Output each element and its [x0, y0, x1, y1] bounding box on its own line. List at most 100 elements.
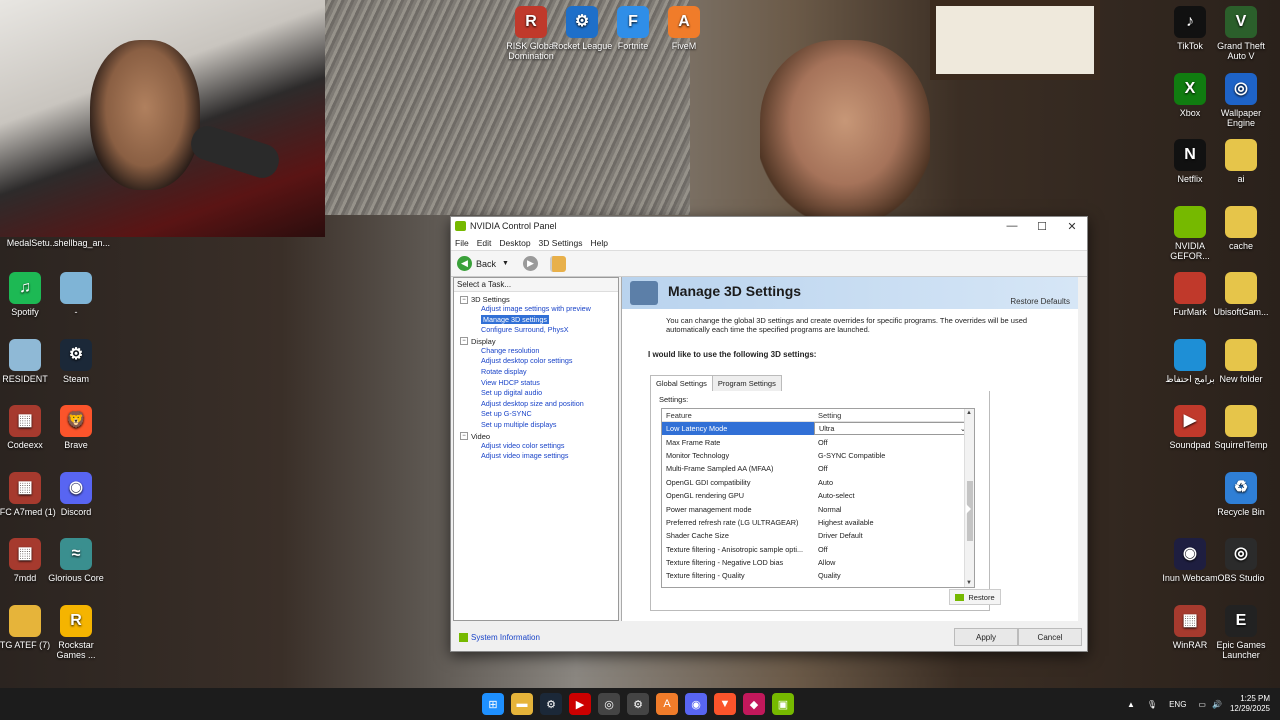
task-link-adjust-image-settings-with-preview[interactable]: Adjust image settings with preview — [460, 304, 618, 315]
desktop-icon-squirreltemp[interactable]: SquirrelTemp — [1209, 405, 1273, 450]
taskbar-file-explorer-icon[interactable]: ▬ — [511, 693, 533, 715]
task-link-set-up-multiple-displays[interactable]: Set up multiple displays — [460, 420, 618, 431]
task-link-rotate-display[interactable]: Rotate display — [460, 367, 618, 378]
home-icon[interactable] — [549, 255, 566, 272]
task-link-change-resolution[interactable]: Change resolution — [460, 346, 618, 357]
desktop-icon-shellbag-an[interactable]: shellbag_an... — [50, 238, 114, 248]
desktop-icon-wallpaper-engine[interactable]: ◎ Wallpaper Engine — [1209, 72, 1273, 128]
language-indicator[interactable]: ENG — [1169, 700, 1186, 709]
taskbar-nvidia-icon[interactable]: ▣ — [772, 693, 794, 715]
desktop-icon-label: OBS Studio — [1217, 573, 1265, 583]
setting-row-multi-frame-sampled-aa-mfaa[interactable]: Multi-Frame Sampled AA (MFAA) Off — [662, 462, 974, 475]
taskbar-app-pink-icon[interactable]: ◆ — [743, 693, 765, 715]
title-bar[interactable]: NVIDIA Control Panel — ☐ ✕ — [451, 217, 1087, 235]
desktop-icon-cache[interactable]: cache — [1209, 205, 1273, 251]
grid-rows: Low Latency Mode Ultra ⌄ Max Frame Rate Off M… — [662, 422, 974, 583]
setting-row-shader-cache-size[interactable]: Shader Cache Size Driver Default — [662, 529, 974, 542]
scroll-up-icon[interactable]: ▲ — [966, 410, 972, 416]
desktop-icon-new-folder[interactable]: New folder — [1209, 338, 1273, 384]
setting-row-monitor-technology[interactable]: Monitor Technology G-SYNC Compatible — [662, 449, 974, 462]
minimize-button[interactable]: — — [997, 220, 1027, 232]
menu-help[interactable]: Help — [591, 238, 608, 248]
task-link-set-up-digital-audio[interactable]: Set up digital audio — [460, 388, 618, 399]
desktop-icon-item[interactable]: - — [44, 272, 108, 317]
task-link-adjust-desktop-size-and-position[interactable]: Adjust desktop size and position — [460, 399, 618, 410]
desktop-icon-fivem[interactable]: A FiveM — [652, 6, 716, 51]
menu-file[interactable]: File — [455, 238, 469, 248]
task-link-manage-3d-settings[interactable]: Manage 3D settings — [460, 314, 618, 326]
taskbar-steam-icon[interactable]: ⚙ — [540, 693, 562, 715]
feature-cell: Monitor Technology — [666, 450, 730, 460]
desktop-icon-grand-theft-auto-v[interactable]: V Grand Theft Auto V — [1209, 6, 1273, 61]
taskbar-discord-icon[interactable]: ◉ — [685, 693, 707, 715]
item-icon — [1174, 338, 1206, 371]
rockstar-games-icon: R — [60, 604, 92, 637]
setting-row-low-latency-mode[interactable]: Low Latency Mode Ultra ⌄ — [662, 422, 974, 436]
fortnite-icon: F — [617, 6, 649, 38]
tree-category-video[interactable]: − Video — [460, 432, 618, 441]
setting-row-texture-filtering-anisotropic-sample-opti[interactable]: Texture filtering - Anisotropic sample o… — [662, 543, 974, 556]
task-link-adjust-video-image-settings[interactable]: Adjust video image settings — [460, 451, 618, 462]
desktop-icon-recycle-bin[interactable]: ♻ Recycle Bin — [1209, 471, 1273, 517]
desktop-icon-brave[interactable]: 🦁 Brave — [44, 405, 108, 450]
tree-category-3d-settings[interactable]: −3D Settings — [460, 295, 618, 304]
task-link-adjust-video-color-settings[interactable]: Adjust video color settings — [460, 441, 618, 452]
setting-row-opengl-rendering-gpu[interactable]: OpenGL rendering GPU Auto-select — [662, 489, 974, 502]
collapse-icon[interactable]: − — [460, 295, 468, 304]
back-dropdown-icon[interactable]: ▼ — [502, 260, 509, 267]
scroll-down-icon[interactable]: ▼ — [966, 580, 972, 586]
menu-edit[interactable]: Edit — [477, 238, 492, 248]
restore-button[interactable]: Restore — [949, 589, 1001, 605]
back-button[interactable]: ◀ Back ▼ — [457, 256, 509, 271]
volume-icon[interactable]: 🔊 — [1212, 700, 1222, 709]
microphone-icon[interactable]: 🎙 — [1147, 700, 1157, 709]
task-link-adjust-desktop-color-settings[interactable]: Adjust desktop color settings — [460, 356, 618, 367]
taskbar-settings-icon[interactable]: ⚙ — [627, 693, 649, 715]
setting-row-opengl-gdi-compatibility[interactable]: OpenGL GDI compatibility Auto — [662, 476, 974, 489]
setting-row-texture-filtering-quality[interactable]: Texture filtering - Quality Quality — [662, 569, 974, 582]
taskbar-start-button-icon[interactable]: ⊞ — [482, 693, 504, 715]
desktop-icon-glorious-core[interactable]: ≈ Glorious Core — [44, 538, 108, 583]
collapse-icon[interactable]: − — [460, 337, 468, 346]
desktop-icon-ubisoftgam[interactable]: UbisoftGam... — [1209, 272, 1273, 317]
setting-row-power-management-mode[interactable]: Power management mode Normal — [662, 502, 974, 515]
task-label: Adjust video image settings — [481, 451, 569, 461]
taskbar-fivem-icon[interactable]: A — [656, 693, 678, 715]
setting-row-max-frame-rate[interactable]: Max Frame Rate Off — [662, 435, 974, 448]
cancel-button[interactable]: Cancel — [1018, 628, 1082, 646]
setting-cell: Auto-select — [814, 489, 974, 502]
restore-defaults-link[interactable]: Restore Defaults — [1010, 297, 1070, 306]
taskbar-app-circle-icon[interactable]: ◎ — [598, 693, 620, 715]
task-link-set-up-g-sync[interactable]: Set up G-SYNC — [460, 409, 618, 420]
feature-column-header: Feature — [666, 410, 692, 420]
taskbar-brave-icon[interactable]: ▼ — [714, 693, 736, 715]
system-information-link[interactable]: System Information — [459, 633, 540, 642]
setting-value: Allow — [818, 558, 836, 568]
grid-scrollbar[interactable]: ▲ ▼ — [964, 409, 974, 587]
collapse-icon[interactable]: − — [460, 432, 468, 441]
apply-button[interactable]: Apply — [954, 628, 1018, 646]
network-icon[interactable]: ▭ — [1198, 700, 1206, 709]
taskbar-youtube-icon[interactable]: ▶ — [569, 693, 591, 715]
desktop-icon-obs-studio[interactable]: ◎ OBS Studio — [1209, 538, 1273, 583]
maximize-button[interactable]: ☐ — [1027, 220, 1057, 233]
setting-row-texture-filtering-negative-lod-bias[interactable]: Texture filtering - Negative LOD bias All… — [662, 556, 974, 569]
clock[interactable]: 1:25 PM 12/29/2025 — [1230, 694, 1270, 714]
close-button[interactable]: ✕ — [1057, 220, 1087, 233]
tab-program-settings[interactable]: Program Settings — [711, 375, 782, 392]
menu-desktop[interactable]: Desktop — [499, 238, 530, 248]
forward-button[interactable]: ▶ — [522, 256, 538, 271]
setting-row-preferred-refresh-rate-lg-ultragear[interactable]: Preferred refresh rate (LG ULTRAGEAR) Hig… — [662, 516, 974, 529]
desktop-icon-epic-games-launcher[interactable]: E Epic Games Launcher — [1209, 604, 1273, 660]
task-link-view-hdcp-status[interactable]: View HDCP status — [460, 378, 618, 389]
show-hidden-icons-icon[interactable]: ▲ — [1127, 700, 1135, 709]
tree-category-display[interactable]: − Display — [460, 337, 618, 346]
desktop-icon-rockstar-games[interactable]: R Rockstar Games ... — [44, 604, 108, 660]
setting-dropdown[interactable]: Ultra ⌄ — [814, 422, 970, 436]
tab-global-settings[interactable]: Global Settings — [650, 375, 713, 392]
desktop-icon-discord[interactable]: ◉ Discord — [44, 471, 108, 517]
desktop-icon-steam[interactable]: ⚙ Steam — [44, 338, 108, 384]
menu-3d-settings[interactable]: 3D Settings — [539, 238, 583, 248]
desktop-icon-ai[interactable]: ai — [1209, 139, 1273, 184]
task-link-configure-surround-physx[interactable]: Configure Surround, PhysX — [460, 325, 618, 336]
